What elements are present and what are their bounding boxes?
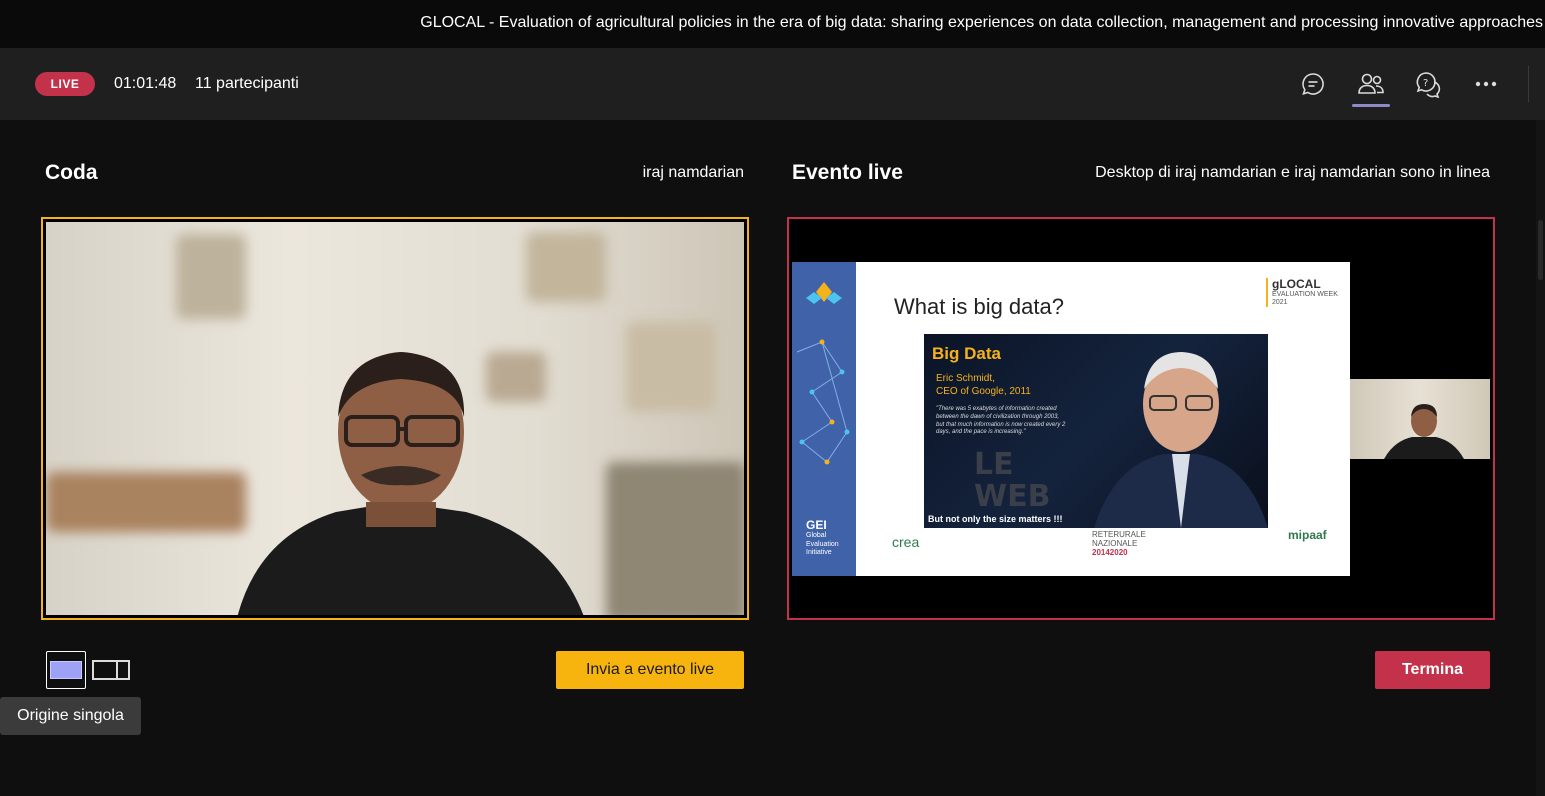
leweb-logo: LE WEB — [974, 447, 1050, 514]
photo-title: Big Data — [932, 344, 1001, 363]
webcam-video — [46, 222, 744, 615]
photo-footer: But not only the size matters !!! — [928, 514, 1063, 524]
svg-text:LE: LE — [974, 447, 1014, 482]
chat-icon[interactable] — [1297, 68, 1329, 100]
elapsed-timer: 01:01:48 — [114, 75, 177, 92]
side-by-side-layout-button[interactable] — [90, 651, 132, 689]
svg-text:?: ? — [1423, 78, 1428, 89]
live-event-status: Desktop di iraj namdarian e iraj namdari… — [1095, 164, 1490, 181]
queue-source-name: iraj namdarian — [642, 164, 744, 181]
single-layout-icon — [50, 661, 82, 679]
scrollbar-thumb[interactable] — [1538, 220, 1543, 280]
window-title: GLOCAL - Evaluation of agricultural poli… — [420, 14, 1543, 31]
shared-slide: GEI Global Evaluation Initiative What is… — [792, 262, 1350, 576]
gei-logo: GEI Global Evaluation Initiative — [806, 518, 839, 557]
layout-tooltip: Origine singola — [0, 697, 141, 735]
queue-preview[interactable] — [41, 217, 749, 620]
participant-count[interactable]: 11 partecipanti — [195, 75, 299, 93]
photo-caption: Eric Schmidt, CEO of Google, 2011 — [936, 373, 1031, 397]
active-tab-indicator — [1352, 104, 1390, 107]
people-icon[interactable] — [1355, 68, 1387, 100]
photo-quote: "There was 5 exabytes of information cre… — [936, 406, 1066, 436]
rete-rurale-logo: RETERURALE NAZIONALE 20142020 — [1092, 530, 1146, 558]
live-badge: LIVE — [35, 72, 95, 96]
title-bar: GLOCAL - Evaluation of agricultural poli… — [0, 0, 1545, 48]
presenter-pip — [1350, 379, 1490, 459]
slide-title: What is big data? — [894, 294, 1064, 319]
send-to-live-button[interactable]: Invia a evento live — [556, 651, 744, 689]
mipaaf-logo: mipaaf — [1288, 528, 1327, 542]
pip-presenter-figure — [1384, 404, 1464, 459]
network-graphic-icon — [796, 282, 850, 465]
qa-icon[interactable]: ? — [1412, 68, 1444, 100]
glocal-logo: gLOCAL EVALUATION WEEK 2021 — [1266, 277, 1338, 307]
more-options-icon[interactable] — [1470, 68, 1502, 100]
dual-layout-icon — [92, 660, 130, 680]
slide-photo: Big Data Eric Schmidt, CEO of Google, 20… — [924, 334, 1268, 528]
queue-heading: Coda — [45, 161, 98, 184]
single-source-layout-button[interactable] — [46, 651, 86, 689]
presenter-figure — [237, 352, 584, 615]
end-event-button[interactable]: Termina — [1375, 651, 1490, 689]
slide-side-band: GEI Global Evaluation Initiative — [792, 262, 856, 576]
live-event-preview[interactable]: GEI Global Evaluation Initiative What is… — [787, 217, 1495, 620]
crea-logo: crea — [892, 534, 920, 550]
live-event-heading: Evento live — [792, 161, 903, 184]
toolbar-divider — [1528, 66, 1529, 102]
speaker-photo — [1094, 352, 1268, 528]
svg-text:WEB: WEB — [974, 479, 1050, 514]
